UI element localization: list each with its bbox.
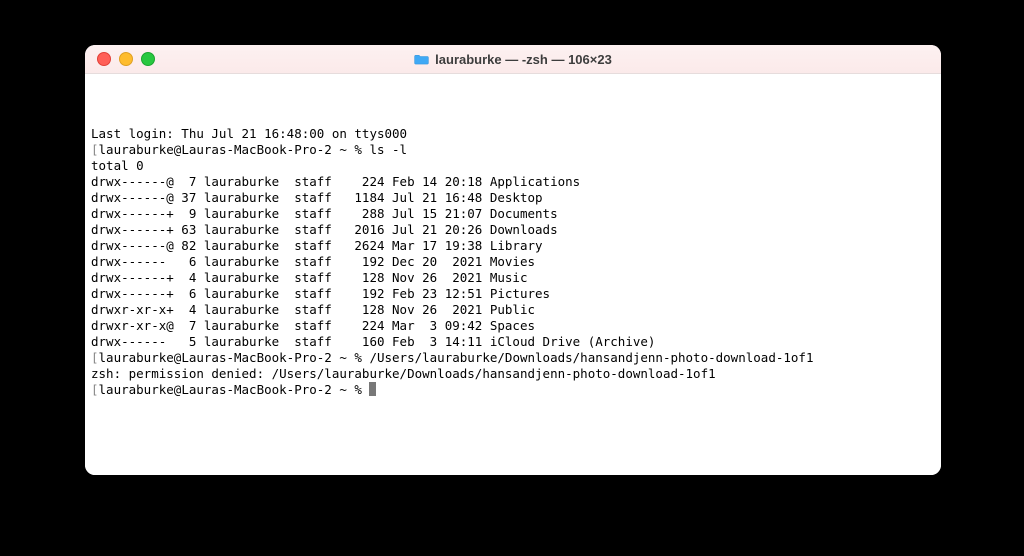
ls-row: drwx------+ 4 lauraburke staff 128 Nov 2…	[91, 270, 935, 286]
ls-row: drwx------+ 9 lauraburke staff 288 Jul 1…	[91, 206, 935, 222]
ls-row: drwx------@ 7 lauraburke staff 224 Feb 1…	[91, 174, 935, 190]
ls-row: drwxr-xr-x+ 4 lauraburke staff 128 Nov 2…	[91, 302, 935, 318]
ls-row: drwx------+ 63 lauraburke staff 2016 Jul…	[91, 222, 935, 238]
error-line: zsh: permission denied: /Users/lauraburk…	[91, 366, 935, 382]
window-title: lauraburke — -zsh — 106×23	[85, 52, 941, 67]
titlebar[interactable]: lauraburke — -zsh — 106×23	[85, 45, 941, 74]
zoom-button[interactable]	[141, 52, 155, 66]
ls-row: drwx------+ 6 lauraburke staff 192 Feb 2…	[91, 286, 935, 302]
traffic-lights	[97, 52, 155, 66]
ls-row: drwxr-xr-x@ 7 lauraburke staff 224 Mar 3…	[91, 318, 935, 334]
window-title-text: lauraburke — -zsh — 106×23	[435, 52, 612, 67]
ls-row: drwx------ 5 lauraburke staff 160 Feb 3 …	[91, 334, 935, 350]
terminal-body[interactable]: Last login: Thu Jul 21 16:48:00 on ttys0…	[85, 74, 941, 475]
cursor	[369, 382, 376, 396]
prompt-line: [lauraburke@Lauras-MacBook-Pro-2 ~ % ls …	[91, 142, 935, 158]
ls-row: drwx------@ 82 lauraburke staff 2624 Mar…	[91, 238, 935, 254]
last-login-line: Last login: Thu Jul 21 16:48:00 on ttys0…	[91, 126, 935, 142]
minimize-button[interactable]	[119, 52, 133, 66]
total-line: total 0	[91, 158, 935, 174]
prompt-line: [lauraburke@Lauras-MacBook-Pro-2 ~ % /Us…	[91, 350, 935, 366]
folder-icon	[414, 53, 429, 65]
prompt-line: [lauraburke@Lauras-MacBook-Pro-2 ~ %	[91, 382, 935, 398]
ls-row: drwx------ 6 lauraburke staff 192 Dec 20…	[91, 254, 935, 270]
terminal-window: lauraburke — -zsh — 106×23 Last login: T…	[85, 45, 941, 475]
close-button[interactable]	[97, 52, 111, 66]
ls-row: drwx------@ 37 lauraburke staff 1184 Jul…	[91, 190, 935, 206]
